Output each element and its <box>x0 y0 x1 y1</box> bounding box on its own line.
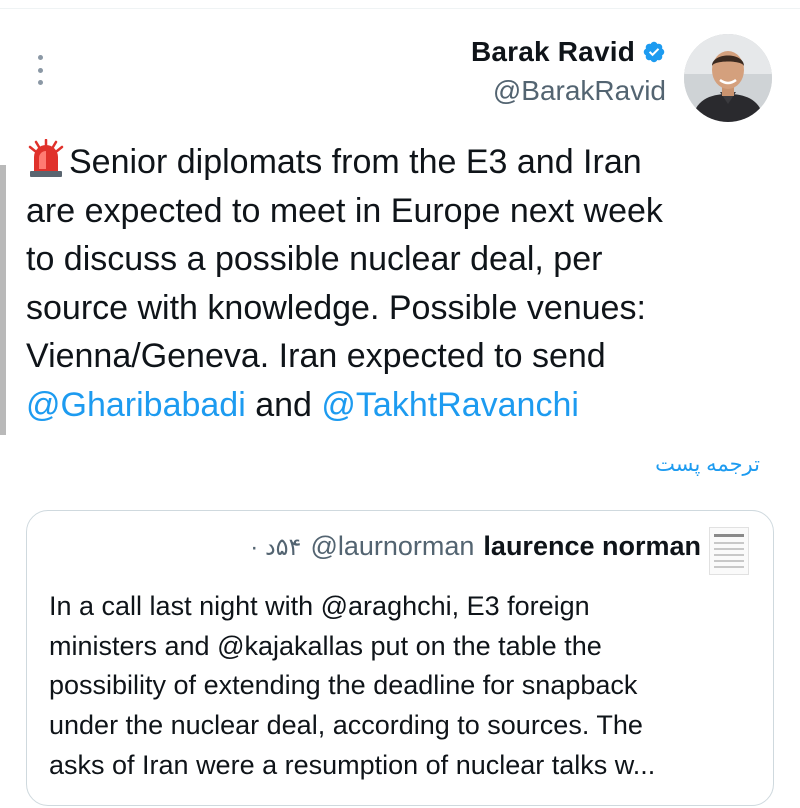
police-light-emoji-icon <box>28 139 64 177</box>
tweet-line-5: Vienna/Geneva. Iran expected to send <box>26 337 606 375</box>
author-info[interactable]: Barak Ravid @BarakRavid <box>471 36 666 107</box>
author-handle[interactable]: @BarakRavid <box>471 75 666 107</box>
quoted-author-avatar[interactable] <box>709 527 749 575</box>
verified-badge-icon <box>643 41 665 63</box>
tweet-line-3: to discuss a possible nuclear deal, per <box>26 240 603 278</box>
avatar-photo <box>684 34 772 122</box>
quoted-tweet-header: ۵۴د · @laurnorman laurence norman <box>250 531 701 562</box>
mention-takhtravanchi[interactable]: @TakhtRavanchi <box>321 386 579 424</box>
quoted-line-1: In a call last night with @araghchi, E3 … <box>49 591 590 621</box>
translate-post-link[interactable]: ترجمه پست <box>655 452 760 477</box>
tweet-line-2: are expected to meet in Europe next week <box>26 191 663 230</box>
tweet-and: and <box>255 385 312 424</box>
quoted-author-name[interactable]: laurence norman <box>483 531 701 562</box>
quoted-author-handle[interactable]: @laurnorman <box>310 531 474 562</box>
author-avatar[interactable] <box>684 34 772 122</box>
author-name[interactable]: Barak Ravid <box>471 36 635 68</box>
quoted-line-3: possibility of extending the deadline fo… <box>49 670 638 701</box>
tweet-line-1: Senior diplomats from the E3 and Iran <box>69 143 642 181</box>
quoted-line-4: under the nuclear deal, according to sou… <box>49 710 643 741</box>
more-options-icon[interactable] <box>36 55 44 85</box>
quoted-tweet-text: In a call last night with @araghchi, E3 … <box>49 587 761 786</box>
quoted-line-2: ministers and @kajakallas put on the tab… <box>49 630 602 661</box>
quoted-tweet[interactable]: ۵۴د · @laurnorman laurence norman In a c… <box>26 510 774 806</box>
tweet-line-4: source with knowledge. Possible venues: <box>26 288 646 327</box>
top-divider <box>0 8 800 9</box>
scroll-indicator <box>0 165 6 435</box>
quoted-line-5: asks of Iran were a resumption of nuclea… <box>49 749 656 780</box>
mention-gharibabadi[interactable]: @Gharibabadi <box>26 386 246 424</box>
quoted-tweet-time: ۵۴د · <box>250 534 302 561</box>
tweet-text: Senior diplomats from the E3 and Iran ar… <box>26 138 776 429</box>
